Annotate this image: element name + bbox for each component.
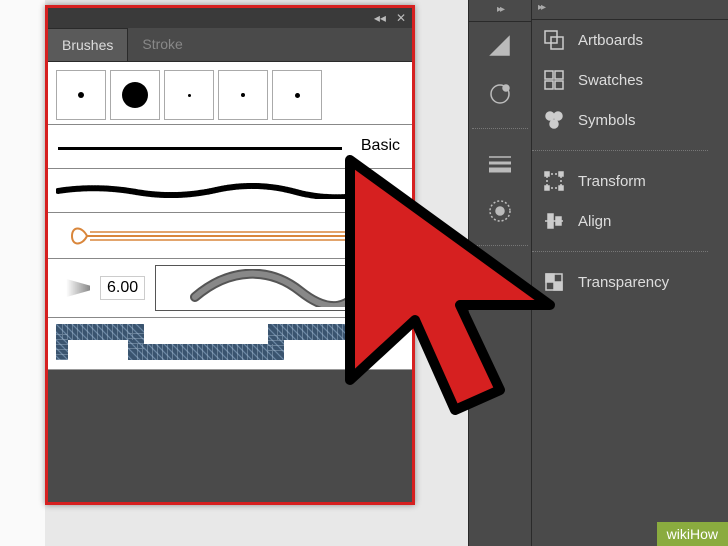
brush-thumb[interactable] <box>218 70 268 120</box>
brushes-panel: ◂◂ ✕ Brushes Stroke Basic <box>45 5 415 505</box>
scroll-stroke-icon <box>62 221 392 251</box>
panel-align[interactable]: Align <box>532 201 728 241</box>
transparency-icon <box>542 270 566 294</box>
icon-column: ▸▸ <box>468 0 532 546</box>
panel-label: Symbols <box>578 112 636 129</box>
panel-artboards[interactable]: Artboards <box>532 20 728 60</box>
tab-brushes[interactable]: Brushes <box>48 28 128 61</box>
brush-thumb[interactable] <box>56 70 106 120</box>
basic-line-icon <box>58 147 342 150</box>
panel-transparency[interactable]: Transparency <box>532 262 728 302</box>
canvas-area <box>0 0 45 546</box>
tab-row: Brushes Stroke <box>48 28 412 62</box>
tab-stroke[interactable]: Stroke <box>128 28 196 61</box>
color-icon[interactable] <box>480 26 520 66</box>
brush-basic[interactable]: Basic <box>48 124 412 168</box>
brush-thumb-row <box>48 62 412 124</box>
pattern-stroke-icon <box>56 324 386 364</box>
panel-list: ▸▸ Artboards Swatches Symbols Transform … <box>532 0 728 546</box>
gradient-icon[interactable] <box>480 191 520 231</box>
brush-charcoal[interactable] <box>48 168 412 212</box>
right-rail: ▸▸ ▸▸ Artboards Swatches Symb <box>468 0 728 546</box>
symbols-icon <box>542 108 566 132</box>
watermark: wikiHow <box>657 522 728 546</box>
brush-pattern[interactable] <box>48 317 412 369</box>
wave-icon <box>190 269 370 307</box>
panel-swatches[interactable]: Swatches <box>532 60 728 100</box>
collapse-icon[interactable]: ◂◂ <box>374 11 386 25</box>
panel-label: Align <box>578 213 611 230</box>
panel-label: Transform <box>578 173 646 190</box>
brush-wave-preview[interactable] <box>155 265 404 311</box>
align-icon <box>542 209 566 233</box>
separator <box>472 245 528 246</box>
panel-transform[interactable]: Transform <box>532 161 728 201</box>
brushes-body: Basic 6.00 <box>48 62 412 370</box>
brush-scroll[interactable] <box>48 212 412 258</box>
close-icon[interactable]: ✕ <box>396 11 406 25</box>
appearance-icon[interactable] <box>480 260 520 300</box>
brush-name: Basic <box>361 137 400 155</box>
expand-icon[interactable]: ▸▸ <box>469 4 531 22</box>
swatches-icon <box>542 68 566 92</box>
panel-label: Transparency <box>578 274 669 291</box>
brush-width-row: 6.00 <box>48 258 412 317</box>
panel-label: Artboards <box>578 32 643 49</box>
panel-symbols[interactable]: Symbols <box>532 100 728 140</box>
brush-thumb[interactable] <box>272 70 322 120</box>
brush-thumb[interactable] <box>164 70 214 120</box>
stroke-icon-btn[interactable] <box>480 143 520 183</box>
color-guide-icon[interactable] <box>480 74 520 114</box>
brush-width-value[interactable]: 6.00 <box>100 276 145 300</box>
panel-header: ◂◂ ✕ <box>48 8 412 28</box>
brush-thumb[interactable] <box>110 70 160 120</box>
separator <box>532 150 708 151</box>
transform-icon <box>542 169 566 193</box>
separator <box>472 128 528 129</box>
charcoal-stroke-icon <box>56 183 386 199</box>
separator <box>532 251 708 252</box>
artboards-icon <box>542 28 566 52</box>
panel-label: Swatches <box>578 72 643 89</box>
expand-list-icon[interactable]: ▸▸ <box>532 2 728 20</box>
taper-icon <box>56 276 90 300</box>
